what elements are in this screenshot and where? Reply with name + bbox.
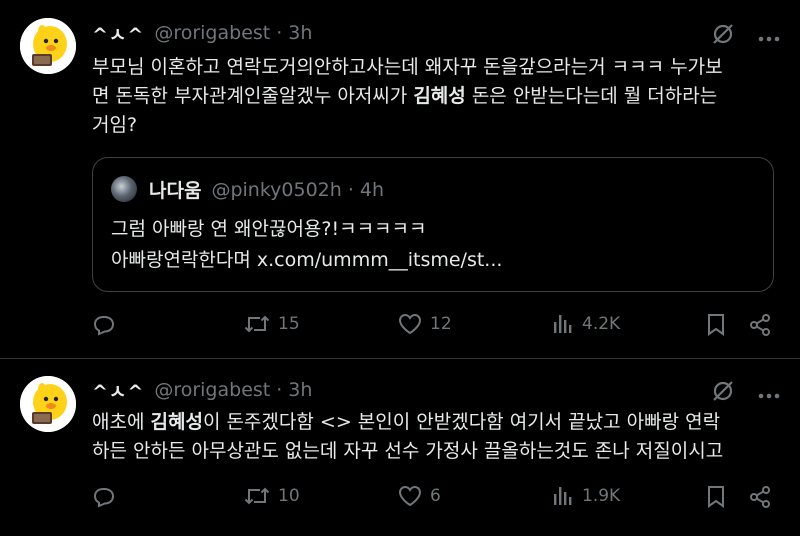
share-icon: [748, 485, 772, 509]
like-button[interactable]: 6: [398, 485, 441, 507]
quoted-text-line: 그럼 아빠랑 연 왜안끊어용?!ㅋㅋㅋㅋㅋ: [111, 218, 427, 240]
heart-icon: [398, 485, 422, 507]
retweet-count: 15: [278, 314, 300, 334]
quoted-handle: @pinky0502h: [211, 178, 342, 201]
views-button[interactable]: 4.2K: [552, 313, 620, 335]
bookmark-icon: [706, 313, 726, 337]
retweet-count: 10: [278, 486, 300, 506]
view-count: 4.2K: [582, 314, 621, 334]
bookmark-button[interactable]: [706, 485, 726, 509]
bookmark-icon: [706, 485, 726, 509]
heart-icon: [398, 313, 422, 335]
grok-icon[interactable]: [710, 378, 736, 408]
text-segment: 면 돈독한 부자관계인줄알겠누 아저씨가: [92, 85, 414, 107]
views-icon: [552, 313, 574, 335]
timestamp[interactable]: 3h: [288, 379, 312, 401]
quoted-text: 그럼 아빠랑 연 왜안끊어용?!ㅋㅋㅋㅋㅋ 아빠랑연락한다며 x.com/umm…: [111, 214, 502, 276]
separator-dot: ·: [347, 178, 354, 201]
timestamp[interactable]: 3h: [288, 22, 312, 44]
tweet-header: ^ㅅ^ @rorigabest · 3h: [92, 18, 312, 48]
view-count: 1.9K: [582, 486, 621, 506]
quoted-tweet[interactable]: 나다움 @pinky0502h · 4h 그럼 아빠랑 연 왜안끊어용?!ㅋㅋㅋ…: [92, 157, 774, 292]
more-icon[interactable]: [758, 27, 780, 46]
highlighted-name: 김혜성: [413, 85, 466, 107]
grok-icon[interactable]: [710, 21, 736, 51]
tweet-text-line: 하든 안하든 아무상관도 없는데 자꾸 선수 가정사 끌올하는것도 존나 저질이…: [92, 440, 724, 462]
tweet-text-line: 부모님 이혼하고 연락도거의안하고사는데 왜자꾸 돈을갚으라는거 ㅋㅋㅋ 누가보: [92, 56, 723, 78]
share-button[interactable]: [748, 313, 772, 337]
retweet-button[interactable]: 10: [244, 485, 300, 507]
views-icon: [552, 485, 574, 507]
quoted-text-line: 아빠랑연락한다며 x.com/ummm__itsme/st...: [111, 249, 503, 271]
text-segment: 애초에: [92, 411, 151, 433]
retweet-button[interactable]: 15: [244, 313, 300, 335]
avatar[interactable]: [20, 376, 76, 432]
avatar[interactable]: [20, 18, 76, 74]
quoted-header: 나다움 @pinky0502h · 4h: [149, 176, 384, 203]
highlighted-name: 김혜성: [150, 411, 203, 433]
bookmark-button[interactable]: [706, 313, 726, 337]
tweet-text-line: 면 돈독한 부자관계인줄알겠누 아저씨가 김혜성 돈은 안받는다는데 뭘 더하라…: [92, 82, 780, 111]
like-button[interactable]: 12: [398, 313, 452, 335]
user-handle[interactable]: @rorigabest: [154, 22, 270, 44]
action-bar: 10 6 1.9K: [92, 482, 774, 512]
tweet-text-line: 애초에 김혜성이 돈주겠다함 <> 본인이 안받겠다함 여기서 끝났고 아빠랑 …: [92, 408, 780, 437]
tweet-text: 부모님 이혼하고 연락도거의안하고사는데 왜자꾸 돈을갚으라는거 ㅋㅋㅋ 누가보…: [92, 53, 780, 140]
reply-icon: [92, 486, 116, 508]
share-button[interactable]: [748, 485, 772, 509]
user-handle[interactable]: @rorigabest: [154, 379, 270, 401]
quoted-timestamp: 4h: [359, 178, 384, 201]
tweet-header: ^ㅅ^ @rorigabest · 3h: [92, 375, 312, 405]
tweet[interactable]: ^ㅅ^ @rorigabest · 3h 애초에 김혜성이 돈주겠다함 <> 본…: [0, 359, 800, 536]
retweet-icon: [244, 313, 270, 335]
like-count: 12: [430, 314, 452, 334]
tweet-text-line: 거임?: [92, 114, 138, 136]
reply-button[interactable]: [92, 486, 116, 508]
display-name[interactable]: ^ㅅ^: [92, 20, 144, 47]
separator-dot: ·: [276, 22, 283, 44]
quoted-avatar: [111, 176, 137, 202]
retweet-icon: [244, 485, 270, 507]
action-bar: 15 12 4.2K: [92, 310, 774, 340]
separator-dot: ·: [276, 379, 283, 401]
header-actions: [710, 21, 780, 51]
quoted-display-name: 나다움: [149, 180, 202, 202]
like-count: 6: [430, 486, 441, 506]
tweet-text: 애초에 김혜성이 돈주겠다함 <> 본인이 안받겠다함 여기서 끝났고 아빠랑 …: [92, 408, 780, 466]
views-button[interactable]: 1.9K: [552, 485, 620, 507]
share-icon: [748, 313, 772, 337]
reply-icon: [92, 314, 116, 336]
reply-button[interactable]: [92, 314, 116, 336]
display-name[interactable]: ^ㅅ^: [92, 377, 144, 404]
more-icon[interactable]: [758, 384, 780, 403]
text-segment: 돈은 안받는다는데 뭘 더하라는: [465, 85, 718, 107]
tweet[interactable]: ^ㅅ^ @rorigabest · 3h 부모님 이혼하고 연락도거의안하고사는…: [0, 0, 800, 358]
header-actions: [710, 378, 780, 408]
text-segment: 이 돈주겠다함 <> 본인이 안받겠다함 여기서 끝났고 아빠랑 연락: [202, 411, 721, 433]
